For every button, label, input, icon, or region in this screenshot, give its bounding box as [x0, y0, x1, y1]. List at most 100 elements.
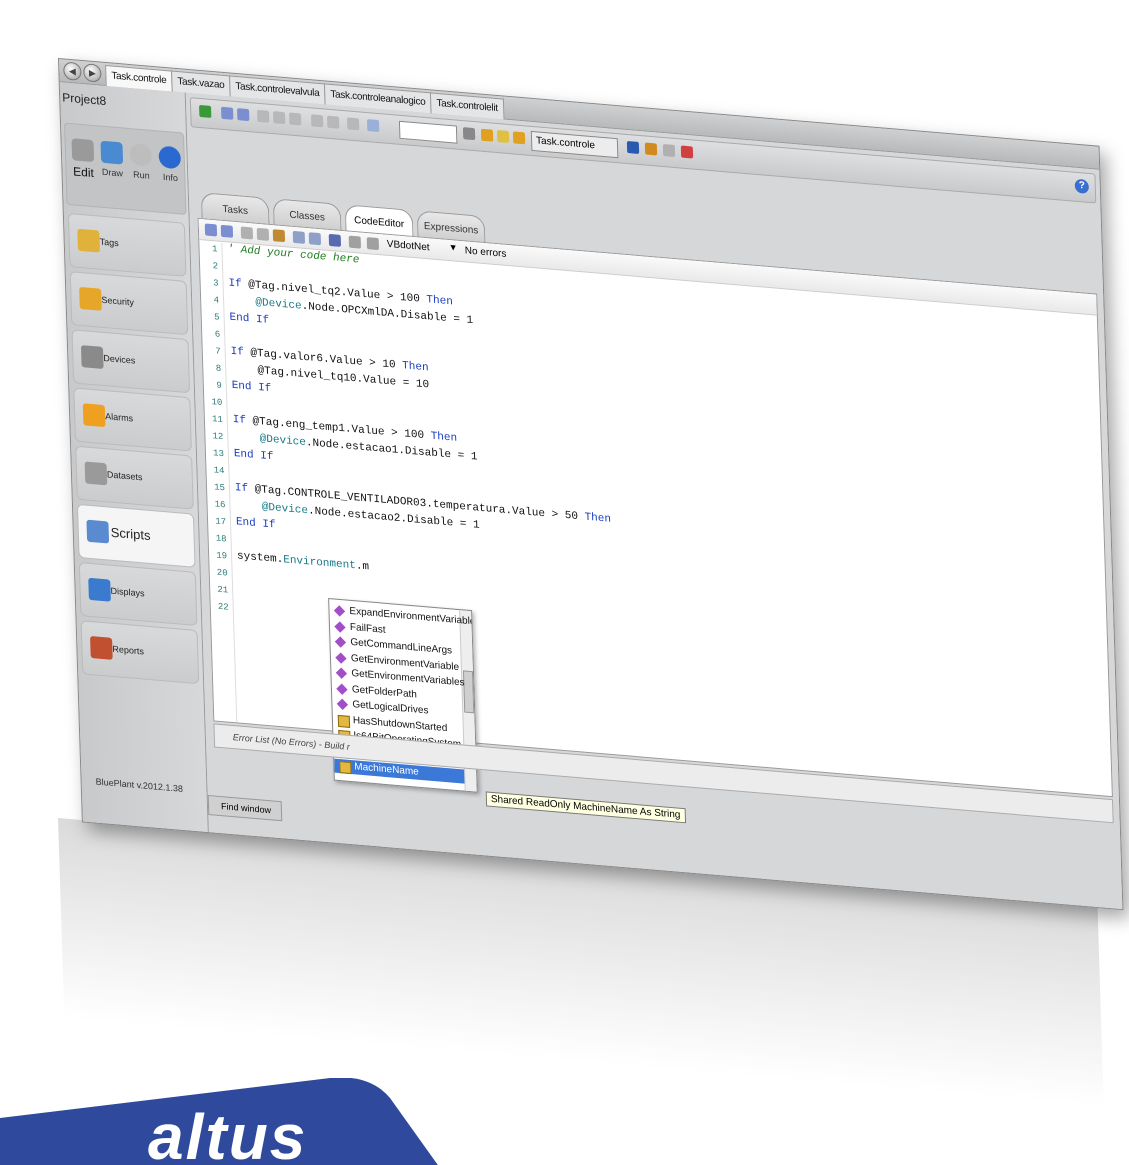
undo-icon[interactable]: [204, 223, 218, 237]
spin-icon[interactable]: [462, 127, 476, 141]
code-line: End If: [231, 379, 272, 396]
mode-draw[interactable]: Draw: [98, 140, 125, 179]
cut-icon[interactable]: [257, 109, 270, 123]
sidebar-item-tags[interactable]: Tags: [67, 212, 187, 277]
warning-icon: [82, 403, 106, 428]
chevron-down-icon[interactable]: ▼: [449, 242, 458, 253]
monitor-icon: [100, 140, 124, 165]
sidebar-item-datasets[interactable]: Datasets: [75, 445, 194, 510]
paste-icon[interactable]: [288, 112, 302, 126]
code-line: End If: [229, 311, 270, 327]
indent-icon[interactable]: [292, 230, 306, 244]
method-icon: [335, 651, 347, 664]
sidebar-item-devices[interactable]: Devices: [71, 329, 191, 394]
sidebar-item-label: Alarms: [104, 411, 134, 424]
search-icon[interactable]: [366, 119, 380, 133]
forward-button[interactable]: ▶: [83, 63, 102, 83]
code-line: End If: [235, 516, 276, 532]
binoculars-icon[interactable]: [328, 233, 342, 247]
logo-text: altus: [148, 1101, 308, 1165]
history-nav: ◀ ▶: [63, 61, 102, 83]
line-number: 17: [215, 516, 227, 528]
format-icon[interactable]: [348, 235, 362, 249]
mode-info[interactable]: Info: [156, 145, 183, 183]
editor-toolbar: VBdotNet ▼ No errors: [198, 218, 1097, 316]
help-icon[interactable]: ?: [1074, 178, 1090, 194]
stage: ◀ ▶ Task.controle Task.vazao Task.controle…: [0, 0, 1129, 1165]
line-number: 7: [215, 346, 221, 357]
report-icon: [90, 635, 113, 660]
new-icon[interactable]: [662, 143, 676, 158]
sidebar-item-displays[interactable]: Displays: [78, 561, 198, 627]
find-window-tab[interactable]: Find window: [207, 794, 283, 822]
sidebar-item-reports[interactable]: Reports: [80, 620, 200, 685]
method-icon: [336, 683, 348, 695]
zoom-icon[interactable]: [346, 117, 360, 131]
search-input[interactable]: [398, 120, 458, 144]
version-label: BluePlant v.2012.1.38: [95, 776, 184, 794]
line-number: 1: [211, 244, 218, 255]
mode-run[interactable]: Run: [127, 143, 154, 181]
copy-icon[interactable]: [256, 227, 270, 241]
line-number: 5: [214, 312, 220, 323]
code-editor[interactable]: VBdotNet ▼ No errors 1 2 3 4 5 6 7 8 9 10 11 12 13 14…: [197, 217, 1113, 824]
line-number: 22: [217, 601, 229, 613]
display-icon: [88, 577, 111, 602]
sidebar-item-label: Devices: [103, 352, 136, 366]
mode-label: Draw: [101, 166, 124, 179]
sidebar-item-label: Scripts: [110, 524, 151, 544]
line-number: 4: [213, 295, 220, 306]
sidebar-item-label: Datasets: [106, 469, 143, 483]
run-icon[interactable]: [199, 104, 212, 118]
build-icon[interactable]: [480, 128, 494, 142]
task-select[interactable]: Task.controle: [530, 130, 619, 159]
line-number: 12: [212, 431, 224, 443]
sidebar-item-scripts[interactable]: Scripts: [76, 503, 196, 568]
line-number: 8: [215, 363, 222, 374]
code-area[interactable]: ' Add your code here If @Tag.nivel_tq2.Va…: [227, 243, 1097, 573]
undo-icon[interactable]: [221, 106, 234, 120]
autocomplete-label: GetFolderPath: [351, 683, 418, 701]
autocomplete-tooltip: Shared ReadOnly MachineName As String: [485, 791, 686, 824]
copy-icon[interactable]: [272, 111, 286, 125]
comment-icon[interactable]: [366, 237, 380, 251]
line-number: 14: [213, 465, 225, 477]
back-button[interactable]: ◀: [63, 61, 82, 82]
print-icon[interactable]: [310, 114, 324, 128]
property-icon: [337, 714, 351, 728]
database-icon: [84, 461, 108, 486]
cut-icon[interactable]: [240, 226, 254, 240]
play-icon: [129, 143, 153, 167]
outdent-icon[interactable]: [308, 232, 322, 246]
line-number: 18: [215, 533, 227, 545]
line-number: 6: [214, 329, 221, 340]
sidebar-item-alarms[interactable]: Alarms: [73, 387, 192, 452]
paste-icon[interactable]: [272, 229, 286, 243]
code-line: system.Environment.m: [236, 550, 370, 574]
method-icon: [336, 698, 349, 710]
build-status: No errors: [464, 245, 507, 260]
save-icon[interactable]: [626, 140, 640, 155]
method-icon: [333, 605, 346, 617]
line-number: 9: [216, 380, 222, 391]
main-area: Task.controle ? Tasks Classes CodeEditor Ex…: [185, 92, 1123, 910]
scroll-thumb[interactable]: [462, 670, 475, 714]
sidebar-item-security[interactable]: Security: [69, 271, 189, 336]
sidebar-item-label: Reports: [112, 643, 145, 657]
mode-edit[interactable]: Edit: [69, 138, 96, 180]
redo-icon[interactable]: [220, 224, 234, 238]
method-icon: [334, 636, 347, 648]
hand-icon[interactable]: [512, 131, 526, 145]
lightning-icon[interactable]: [496, 130, 510, 144]
delete-icon[interactable]: [680, 145, 694, 159]
language-select[interactable]: VBdotNet: [387, 239, 430, 254]
line-number: 16: [214, 499, 226, 511]
redo-icon[interactable]: [237, 108, 250, 122]
gear-icon: [71, 138, 95, 163]
sidebar-item-label: Security: [101, 294, 135, 308]
find-icon[interactable]: [326, 115, 340, 129]
app-window: ◀ ▶ Task.controle Task.vazao Task.controle…: [58, 58, 1124, 911]
import-icon[interactable]: [644, 142, 658, 156]
mode-label: Run: [132, 169, 150, 181]
line-number: 11: [211, 414, 224, 426]
